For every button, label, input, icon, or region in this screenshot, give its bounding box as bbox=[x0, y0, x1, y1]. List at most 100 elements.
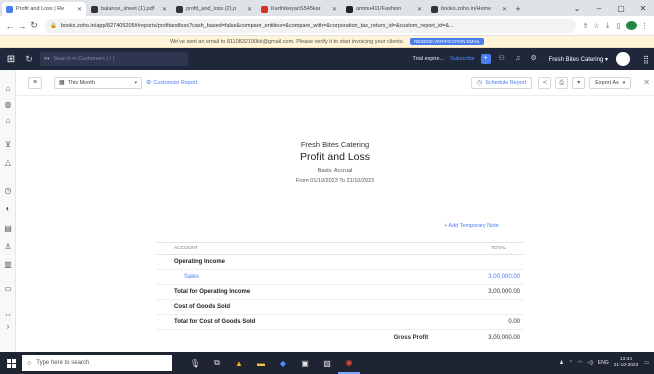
url-field[interactable]: 🔒 books.zoho.in/app/827405205#/reports/p… bbox=[44, 18, 576, 33]
items-icon[interactable]: ◍ bbox=[3, 100, 13, 110]
report-menu-button[interactable]: ≡ bbox=[28, 76, 42, 89]
print-icon[interactable]: ⎙ bbox=[555, 76, 569, 89]
back-icon[interactable]: ← bbox=[4, 21, 16, 31]
mic-icon[interactable]: 🎙 bbox=[184, 352, 206, 374]
photos-icon[interactable]: ▨ bbox=[316, 352, 338, 374]
close-report-icon[interactable]: ✕ bbox=[643, 78, 650, 87]
close-tab-icon[interactable]: ✕ bbox=[332, 6, 337, 13]
export-as-button[interactable]: Export As ▾ bbox=[589, 76, 632, 89]
taskbar-search-input[interactable]: Type here to search bbox=[36, 360, 89, 366]
purchases-icon[interactable]: △ bbox=[3, 158, 13, 168]
close-tab-icon[interactable]: ✕ bbox=[247, 6, 252, 13]
more-icon[interactable]: ∘∘ bbox=[3, 310, 13, 320]
sidepanel-icon[interactable]: ▯ bbox=[613, 22, 624, 30]
close-tab-icon[interactable]: ✕ bbox=[162, 6, 167, 13]
bell-icon[interactable]: ♫ bbox=[513, 54, 523, 64]
user-avatar[interactable] bbox=[616, 52, 630, 66]
app-icon[interactable]: ▲ bbox=[228, 352, 250, 374]
people-icon[interactable]: ⚇ bbox=[497, 54, 507, 64]
profile-avatar[interactable]: D bbox=[626, 21, 637, 30]
minimize-icon[interactable]: – bbox=[588, 4, 610, 13]
organization-switcher[interactable]: Fresh Bites Catering ▾ bbox=[549, 56, 608, 63]
customize-report-link[interactable]: ⚙ Customize Report bbox=[146, 79, 197, 87]
browser-tab[interactable]: Profit and Loss | Re ✕ bbox=[2, 2, 86, 16]
forward-icon[interactable]: → bbox=[16, 21, 28, 31]
browser-tab[interactable]: ammu411/Fashion ✕ bbox=[342, 2, 426, 16]
apps-grid-icon[interactable]: ⣿ bbox=[638, 55, 654, 64]
language-indicator[interactable]: ENG bbox=[598, 360, 609, 366]
people-icon[interactable]: ♟ bbox=[559, 360, 563, 366]
home-icon[interactable]: ⌂ bbox=[3, 84, 13, 94]
amount-link[interactable]: 3,00,000.00 bbox=[488, 274, 520, 280]
accountant-icon[interactable]: ◐ bbox=[3, 204, 13, 214]
close-tab-icon[interactable]: ✕ bbox=[77, 6, 82, 13]
reports-icon[interactable]: ▥ bbox=[3, 260, 13, 270]
file-explorer-icon[interactable]: ▬ bbox=[250, 352, 272, 374]
schedule-report-button[interactable]: ◷ Schedule Report bbox=[471, 76, 533, 89]
download-icon[interactable]: ⤓ bbox=[602, 22, 613, 30]
period-dropdown[interactable]: ▦ This Month ▾ bbox=[54, 76, 142, 89]
app-top-bar: ⊞ ↻ ⌕▾ Search in Customers ( / ) Trial e… bbox=[0, 48, 654, 70]
column-header-account: ACCOUNT bbox=[174, 246, 198, 251]
new-tab-button[interactable]: + bbox=[512, 2, 524, 16]
share-icon[interactable]: ⇪ bbox=[580, 22, 591, 30]
windows-start-icon[interactable] bbox=[0, 352, 22, 374]
reload-icon[interactable]: ↻ bbox=[28, 20, 40, 31]
chrome-icon[interactable]: ◉ bbox=[338, 352, 360, 374]
browser-tab[interactable]: books.zoho.in/Home ✕ bbox=[427, 2, 511, 16]
chevron-down-icon: ▾ bbox=[622, 79, 626, 86]
tab-favicon-icon bbox=[346, 5, 353, 13]
close-tab-icon[interactable]: ✕ bbox=[502, 6, 507, 13]
store-icon[interactable]: ◆ bbox=[272, 352, 294, 374]
clock-icon: ◷ bbox=[477, 79, 483, 86]
contacts-icon[interactable]: ♙ bbox=[3, 242, 13, 252]
mail-icon[interactable]: ▣ bbox=[294, 352, 316, 374]
notifications-icon[interactable]: ▭ bbox=[644, 360, 649, 366]
gear-icon[interactable]: ⚙ bbox=[529, 54, 539, 64]
url-text: books.zoho.in/app/827405205#/reports/pro… bbox=[60, 22, 454, 29]
subscribe-link[interactable]: Subscribe bbox=[450, 56, 474, 62]
share-icon[interactable]: ≺ bbox=[538, 76, 552, 89]
tab-favicon-icon bbox=[261, 5, 268, 13]
sales-cart-icon[interactable]: ⊻ bbox=[3, 140, 13, 150]
time-tracking-icon[interactable]: ◷ bbox=[3, 186, 13, 196]
resend-verification-button[interactable]: RESEND VERIFICATION EMAIL bbox=[410, 38, 485, 45]
close-tab-icon[interactable]: ✕ bbox=[417, 6, 422, 13]
table-header: ACCOUNT TOTAL bbox=[156, 242, 524, 255]
wifi-icon[interactable]: ◠ bbox=[578, 360, 582, 366]
task-view-icon[interactable]: ⧉ bbox=[206, 352, 228, 374]
add-temporary-note-link[interactable]: + Add Temporary Note bbox=[444, 223, 499, 229]
tab-search-icon[interactable]: ⌄ bbox=[566, 4, 588, 13]
tab-favicon-icon bbox=[431, 5, 438, 13]
refresh-icon[interactable]: ↻ bbox=[22, 54, 36, 65]
close-window-icon[interactable]: ✕ bbox=[632, 4, 654, 13]
volume-icon[interactable]: ◁) bbox=[587, 360, 593, 366]
zoho-books-logo-icon[interactable]: ⊞ bbox=[0, 48, 22, 70]
table-row[interactable]: Sales 3,00,000.00 bbox=[156, 270, 524, 285]
search-input[interactable]: Search in Customers ( / ) bbox=[53, 56, 114, 62]
tray-chevron-icon[interactable]: ⌃ bbox=[569, 360, 573, 366]
report-body: Fresh Bites Catering Profit and Loss Bas… bbox=[16, 96, 654, 352]
banking-icon[interactable]: ⌂ bbox=[3, 116, 13, 126]
table-row: Total for Operating Income 3,00,000.00 bbox=[156, 285, 524, 300]
global-search[interactable]: ⌕▾ Search in Customers ( / ) bbox=[40, 52, 188, 66]
star-icon[interactable]: ☆ bbox=[591, 22, 602, 30]
trial-status: Trial expire... bbox=[412, 56, 445, 62]
browser-menu-icon[interactable]: ⋮ bbox=[639, 22, 650, 30]
browser-tab[interactable]: balance_sheet (1).pdf ✕ bbox=[87, 2, 171, 16]
quick-create-icon[interactable]: + bbox=[480, 54, 491, 64]
print-options-chevron-icon[interactable]: ▾ bbox=[572, 76, 586, 89]
browser-tab[interactable]: KarthikeyanS545kar ✕ bbox=[257, 2, 341, 16]
expand-sidebar-icon[interactable]: › bbox=[3, 322, 13, 332]
taskbar-clock[interactable]: 13:34 21-10-2023 bbox=[614, 357, 639, 369]
browser-tab[interactable]: profit_and_loss (2).p ✕ bbox=[172, 2, 256, 16]
taskbar-search[interactable]: ○ Type here to search bbox=[22, 355, 172, 371]
documents-icon[interactable]: ▤ bbox=[3, 224, 13, 234]
maximize-icon[interactable]: ▢ bbox=[610, 4, 632, 13]
account-link-sales[interactable]: Sales bbox=[174, 274, 199, 280]
taskbar-apps: 🎙 ⧉ ▲ ▬ ◆ ▣ ▨ ◉ bbox=[184, 352, 360, 374]
search-icon: ⌕▾ bbox=[44, 55, 50, 62]
documents-folder-icon[interactable]: ▭ bbox=[3, 284, 13, 294]
report-table: ACCOUNT TOTAL Operating Income Sales 3,0… bbox=[156, 242, 524, 345]
column-header-total: TOTAL bbox=[490, 246, 506, 251]
